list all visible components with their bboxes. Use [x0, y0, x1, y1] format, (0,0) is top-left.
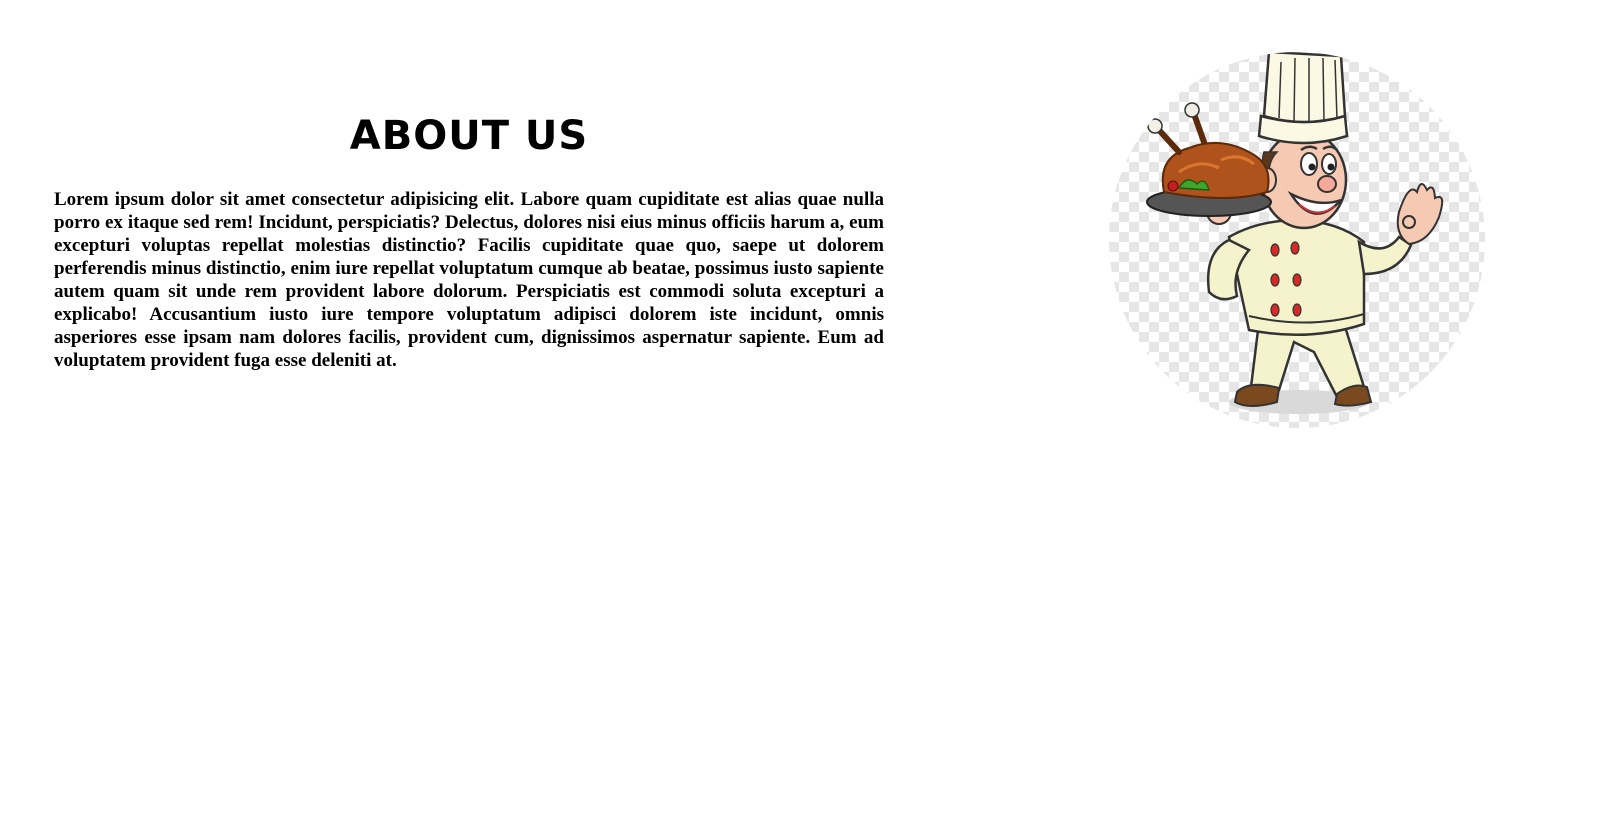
about-section: ABOUT US Lorem ipsum dolor sit amet cons… [0, 0, 1598, 817]
chef-left-shoe [1233, 383, 1281, 407]
chef-hat [1262, 52, 1347, 124]
chef-ok-hand [1396, 183, 1444, 246]
drumstick-bone-right [1184, 102, 1200, 118]
chef-nose [1317, 175, 1337, 193]
about-title: ABOUT US [349, 113, 589, 159]
drumstick-bone-left [1147, 118, 1163, 134]
chef-right-arm [1357, 235, 1413, 276]
chef-illustration [1146, 52, 1444, 414]
chef-eye-left [1300, 152, 1318, 176]
tomato-garnish [1167, 180, 1179, 192]
about-paragraph: Lorem ipsum dolor sit amet consectetur a… [54, 189, 884, 371]
chef-eye-right [1321, 153, 1337, 175]
lettuce-garnish [1177, 179, 1211, 191]
about-text-block: ABOUT US Lorem ipsum dolor sit amet cons… [54, 108, 884, 372]
chef-image [1109, 52, 1485, 428]
